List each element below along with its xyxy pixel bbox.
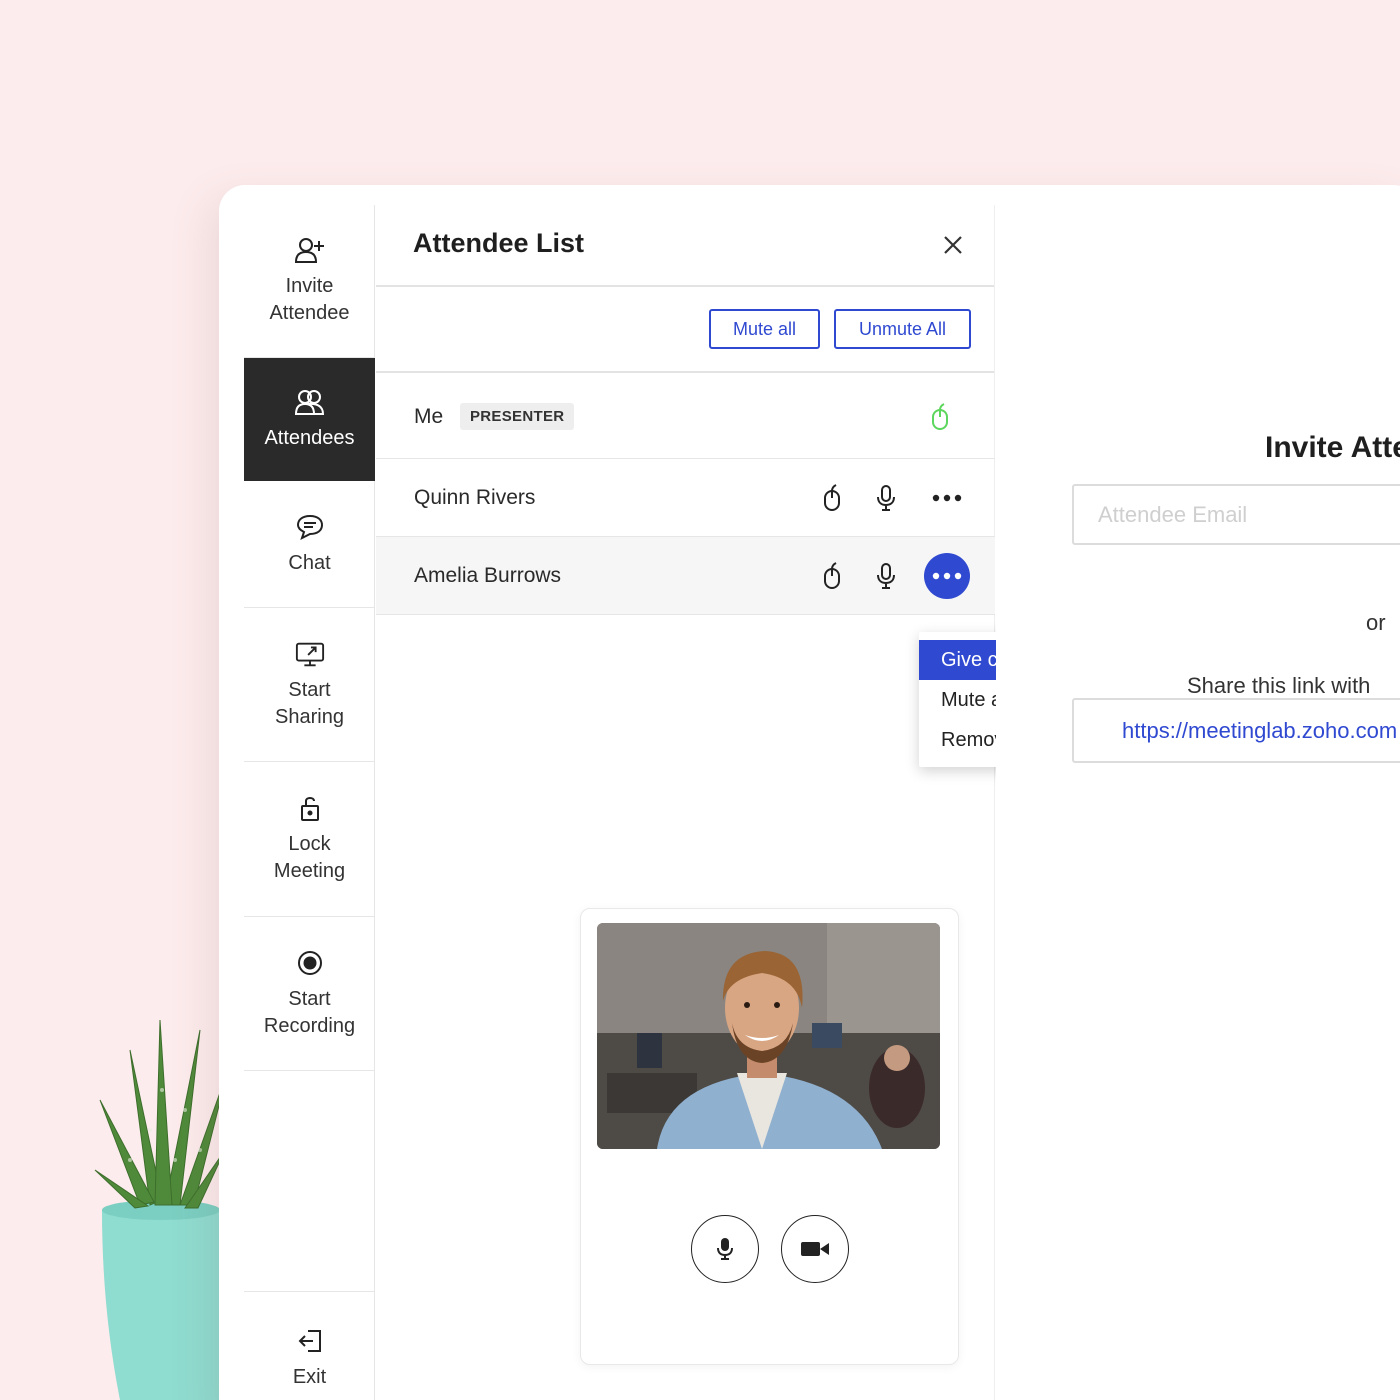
mouse-control-icon[interactable] <box>819 483 845 513</box>
video-preview-card <box>580 908 959 1365</box>
sidebar-item-label: Chat <box>288 551 331 574</box>
lock-icon <box>295 793 325 823</box>
meeting-window: Invite Attendee Attendees Chat Start Sha… <box>219 185 1400 1400</box>
mouse-control-icon[interactable] <box>927 402 953 432</box>
invite-title: Invite Attendees <box>1265 431 1400 464</box>
screen-share-icon <box>295 639 325 669</box>
share-link-label: Share this link with <box>1187 673 1371 698</box>
microphone-icon[interactable] <box>873 483 899 513</box>
sidebar-item-lock-meeting[interactable]: Lock Meeting <box>244 762 375 917</box>
attendee-email-input[interactable] <box>1072 484 1400 545</box>
more-options-icon[interactable] <box>924 552 970 599</box>
sidebar-item-attendees[interactable]: Attendees <box>244 358 375 481</box>
meeting-link[interactable]: https://meetinglab.zoho.com <box>1122 718 1397 744</box>
panel-title: Attendee List <box>413 228 585 258</box>
bulk-actions: Mute all Unmute All <box>376 287 994 373</box>
microphone-icon[interactable] <box>873 561 899 591</box>
add-person-icon <box>294 235 325 265</box>
sidebar-item-label: Exit <box>292 1366 327 1388</box>
sidebar-item-exit[interactable]: Exit <box>244 1291 375 1400</box>
mute-all-button[interactable]: Mute all <box>709 309 820 349</box>
sidebar-item-label: Start Sharing <box>275 678 344 728</box>
more-options-icon[interactable] <box>924 475 970 521</box>
attendee-row-me: Me PRESENTER <box>376 375 995 459</box>
attendee-row: Quinn Rivers <box>376 459 995 537</box>
attendee-name: Amelia Burrows <box>414 563 562 587</box>
sidebar-item-start-sharing[interactable]: Start Sharing <box>244 608 375 762</box>
sidebar-item-label: Lock Meeting <box>273 833 346 882</box>
mouse-control-icon[interactable] <box>819 561 845 591</box>
invite-panel: Invite Attendees or Share this link with… <box>996 205 1400 1400</box>
or-separator: or <box>1366 610 1386 635</box>
attendee-panel: Attendee List Mute all Unmute All Me PRE… <box>376 205 1143 1400</box>
chat-bubble-icon <box>295 512 325 542</box>
presenter-badge: PRESENTER <box>460 403 575 430</box>
video-feed <box>597 923 940 1149</box>
sidebar-item-label: Start Recording <box>263 987 356 1037</box>
attendee-name: Quinn Rivers <box>414 485 536 509</box>
panel-header: Attendee List <box>376 205 994 287</box>
share-link-box: https://meetinglab.zoho.com <box>1072 698 1400 763</box>
sidebar-item-start-recording[interactable]: Start Recording <box>244 917 375 1071</box>
microphone-icon <box>717 1238 733 1260</box>
unmute-all-button[interactable]: Unmute All <box>834 309 971 349</box>
toggle-microphone-button[interactable] <box>691 1215 759 1283</box>
plant-image <box>94 1019 229 1400</box>
sidebar-item-label: Invite Attendee <box>269 275 350 324</box>
sidebar-item-invite-attendee[interactable]: Invite Attendee <box>244 205 375 358</box>
attendee-row: Amelia Burrows <box>376 537 995 615</box>
exit-icon <box>295 1326 325 1356</box>
sidebar-item-label: Attendees <box>264 426 355 449</box>
sidebar-item-chat[interactable]: Chat <box>244 481 375 608</box>
record-icon <box>295 948 325 978</box>
toggle-camera-button[interactable] <box>781 1215 849 1283</box>
people-icon <box>294 387 325 417</box>
attendee-name: Me <box>414 404 444 428</box>
sidebar: Invite Attendee Attendees Chat Start Sha… <box>244 205 375 1400</box>
camera-icon <box>801 1242 829 1256</box>
close-icon[interactable] <box>941 233 965 257</box>
